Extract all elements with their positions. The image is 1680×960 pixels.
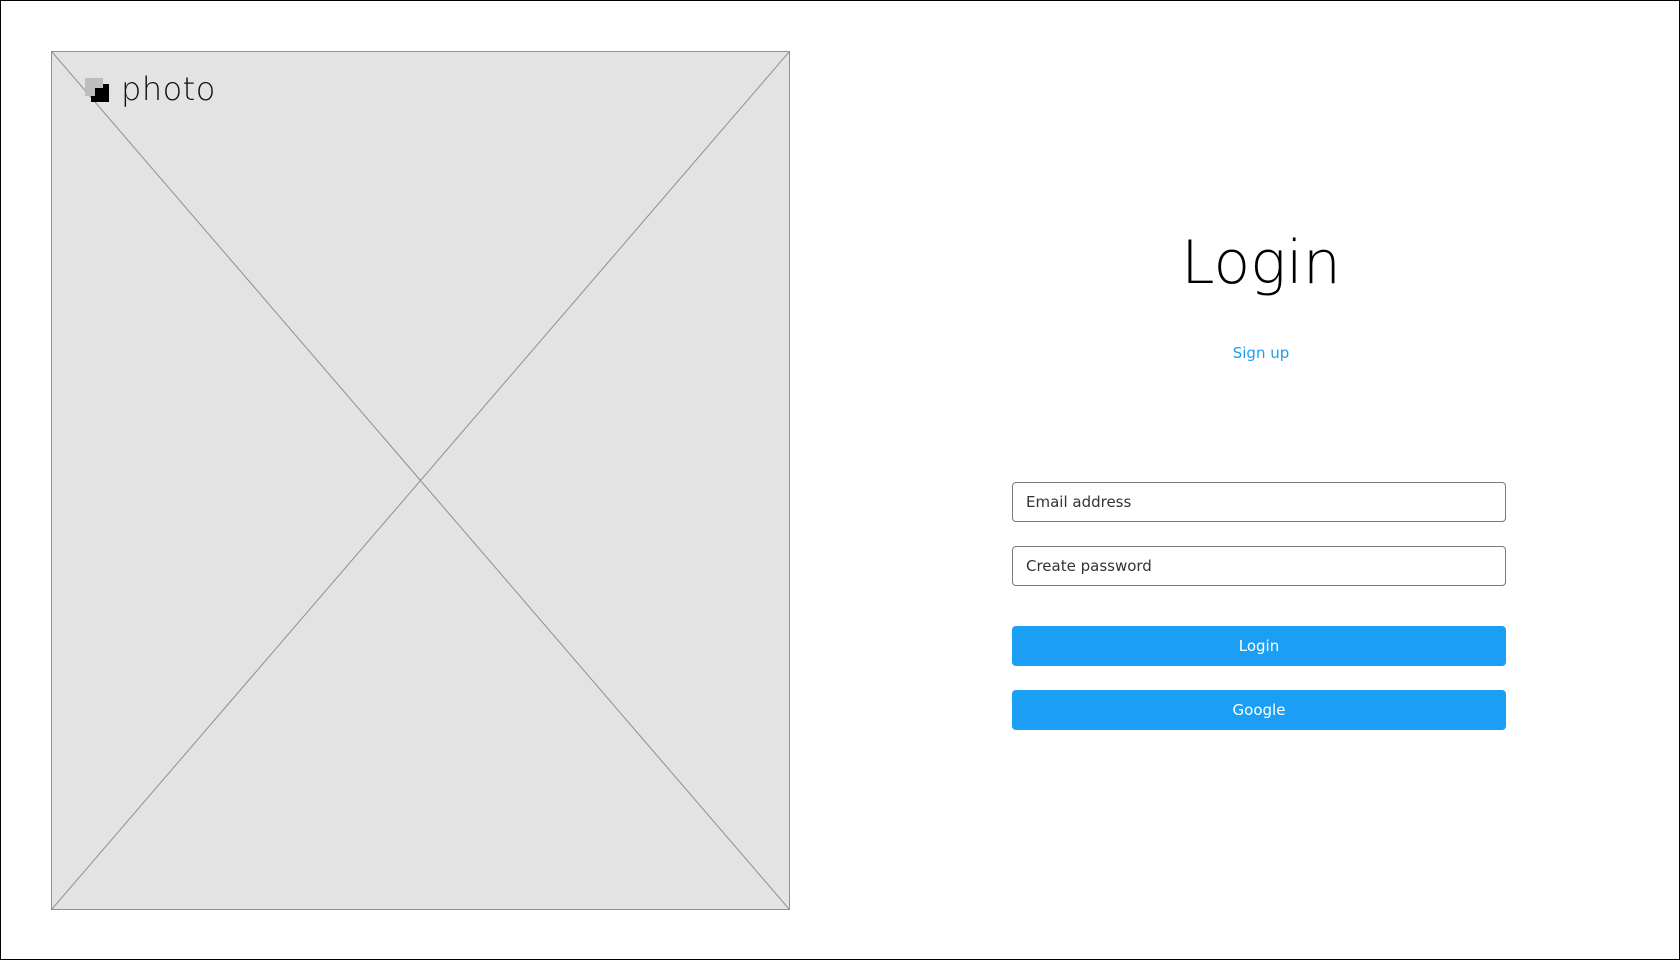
logo-square-icon (85, 78, 109, 102)
password-field[interactable] (1012, 546, 1506, 586)
page-title: Login (1181, 228, 1341, 298)
hero-image-placeholder (51, 51, 790, 910)
page-frame: photo Login Sign up Login Google (0, 0, 1680, 960)
email-field[interactable] (1012, 482, 1506, 522)
signup-link[interactable]: Sign up (1011, 344, 1511, 362)
login-button[interactable]: Login (1012, 626, 1506, 666)
image-placeholder-icon (52, 52, 789, 909)
brand-logo[interactable]: photo (85, 70, 216, 108)
google-login-button[interactable]: Google (1012, 690, 1506, 730)
brand-name: photo (121, 70, 216, 108)
